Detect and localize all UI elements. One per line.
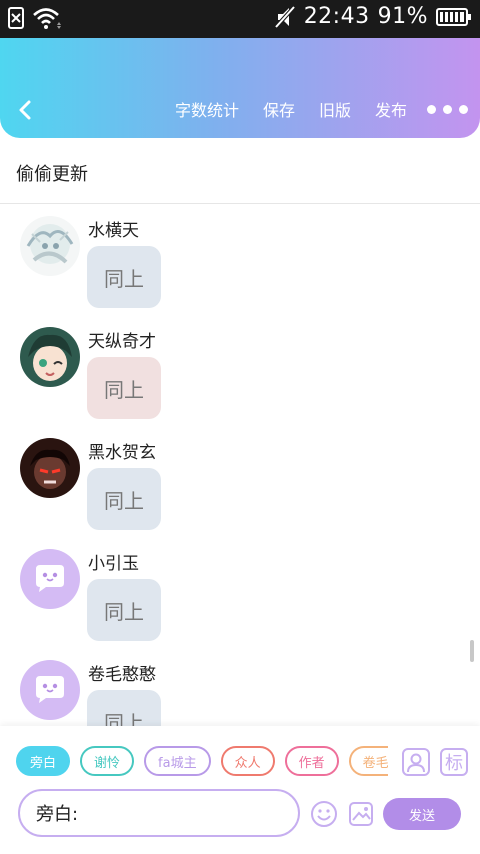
- role-chip-city-lord[interactable]: fa城主: [144, 746, 211, 776]
- avatar[interactable]: [20, 438, 80, 498]
- character-profile-icon[interactable]: [402, 748, 430, 776]
- mark-button[interactable]: 标: [440, 748, 468, 776]
- chat-bubble-face-icon: [36, 676, 64, 703]
- avatar-image: [20, 438, 80, 498]
- message-bubble[interactable]: 同上: [87, 579, 161, 641]
- avatar-image: [20, 216, 80, 276]
- emoji-icon[interactable]: [310, 800, 338, 828]
- send-button[interactable]: 发送: [383, 798, 461, 830]
- avatar[interactable]: [20, 327, 80, 387]
- more-dot: [459, 104, 468, 114]
- default-avatar[interactable]: [20, 660, 80, 720]
- message-input[interactable]: 旁白:: [18, 789, 300, 837]
- scrollbar-thumb[interactable]: [470, 640, 474, 662]
- avatar-image: [20, 327, 80, 387]
- image-icon[interactable]: [348, 801, 374, 827]
- message-bubble[interactable]: 同上: [87, 690, 161, 726]
- role-chip-xie-lian[interactable]: 谢怜: [80, 746, 135, 776]
- word-count-button[interactable]: 字数统计: [175, 97, 239, 121]
- role-chip-narrator[interactable]: 旁白: [16, 746, 71, 776]
- old-version-button[interactable]: 旧版: [319, 97, 351, 121]
- more-icon[interactable]: [427, 99, 468, 119]
- more-dot: [443, 104, 452, 114]
- message-item: 卷毛憨憨 同上: [0, 648, 480, 726]
- chat-bubble-face-icon: [36, 565, 64, 592]
- message-bubble[interactable]: 同上: [87, 357, 161, 419]
- message-item: 水横天 同上: [0, 204, 480, 315]
- default-avatar[interactable]: [20, 549, 80, 609]
- mute-icon: [274, 5, 296, 28]
- message-bubble[interactable]: 同上: [87, 246, 161, 308]
- sim-icon: [8, 7, 24, 29]
- message-bubble[interactable]: 同上: [87, 468, 161, 530]
- top-nav-bar: 字数统计 保存 旧版 发布: [0, 38, 480, 138]
- message-list[interactable]: 水横天 同上 天纵奇才 同上 黑水贺玄 同上 小引玉 同上 卷毛憨憨 同上: [0, 204, 480, 726]
- role-chip-author[interactable]: 作者: [284, 746, 339, 776]
- role-chip-everyone[interactable]: 众人: [220, 746, 275, 776]
- battery-icon: [436, 7, 471, 26]
- status-right: 22:43 91%: [274, 4, 472, 29]
- sender-name: 卷毛憨憨: [88, 665, 156, 685]
- status-bar: 22:43 91%: [0, 0, 480, 38]
- wifi-icon: [33, 8, 61, 29]
- sender-name: 小引玉: [88, 554, 139, 574]
- app-screen: 22:43 91% 字数统计 保存 旧版 发布 偷偷更新 水横天 同上 天纵奇才…: [0, 0, 480, 854]
- sender-name: 水横天: [88, 221, 139, 241]
- more-dot: [427, 104, 436, 114]
- status-left: [8, 6, 62, 30]
- message-item: 天纵奇才 同上: [0, 315, 480, 426]
- status-time: 22:43: [303, 4, 370, 29]
- page-title: 偷偷更新: [16, 164, 88, 185]
- message-item: 黑水贺玄 同上: [0, 426, 480, 537]
- role-chip-curly[interactable]: 卷毛: [348, 746, 388, 776]
- role-chip-list[interactable]: 旁白 谢怜 fa城主 众人 作者 卷毛: [16, 746, 388, 778]
- sender-name: 黑水贺玄: [88, 443, 156, 463]
- sender-name: 天纵奇才: [88, 332, 156, 352]
- person-icon: [407, 753, 425, 773]
- back-icon[interactable]: [14, 98, 38, 122]
- publish-button[interactable]: 发布: [375, 97, 407, 121]
- bottom-composer: 旁白 谢怜 fa城主 众人 作者 卷毛 标 旁白: 发送: [0, 726, 480, 854]
- nav-actions: 字数统计 保存 旧版 发布: [151, 97, 468, 121]
- battery-percent: 91%: [377, 4, 428, 29]
- message-item: 小引玉 同上: [0, 537, 480, 648]
- save-button[interactable]: 保存: [263, 97, 295, 121]
- avatar[interactable]: [20, 216, 80, 276]
